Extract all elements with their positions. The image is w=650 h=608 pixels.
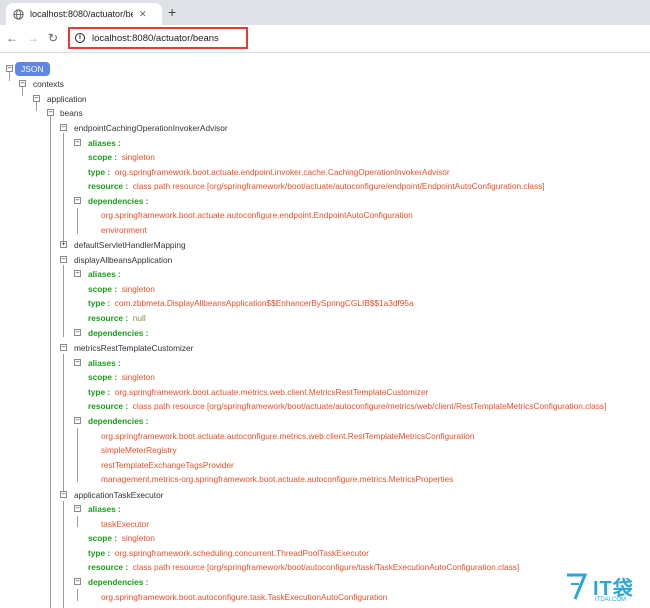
resource-field: resource : class path resource [org/spri… [88,562,520,572]
collapse-icon[interactable]: − [74,417,81,424]
tree-node-contexts[interactable]: contexts [33,77,64,91]
dependency-item: environment [101,225,147,235]
collapse-icon[interactable]: − [74,505,81,512]
collapse-icon[interactable]: − [60,491,67,498]
watermark-logo-icon [567,573,588,600]
dependency-item: simpleMeterRegistry [101,445,177,455]
tree-guide [77,208,78,234]
tree-node-application[interactable]: application [47,92,87,106]
scope-field: scope : singleton [88,533,155,543]
dependency-item: restTemplateExchangeTagsProvider [101,460,234,470]
collapse-icon[interactable]: − [60,256,67,263]
dependency-item: org.springframework.boot.actuate.autocon… [101,210,413,220]
tab-strip: localhost:8080/actuator/bean ✕ + [0,0,650,25]
address-bar[interactable]: i localhost:8080/actuator/beans [68,27,248,49]
watermark: IT袋 ITDAI.COM [565,572,645,606]
resource-field: resource : class path resource [org/spri… [88,181,545,191]
browser-toolbar: ← → ↻ i localhost:8080/actuator/beans [0,25,650,53]
bean-node[interactable]: metricsRestTemplateCustomizer [74,341,193,355]
dependencies-node[interactable]: dependencies : [88,194,148,208]
expand-icon[interactable]: + [60,241,67,248]
dependency-item: management.metrics-org.springframework.b… [101,474,454,484]
collapse-icon[interactable]: − [60,124,67,131]
type-field: type : org.springframework.scheduling.co… [88,548,369,558]
dependencies-node[interactable]: dependencies : [88,326,148,340]
dependencies-node[interactable]: dependencies : [88,575,148,589]
dependency-item: org.springframework.boot.autoconfigure.t… [101,592,388,602]
aliases-node[interactable]: aliases : [88,136,121,150]
scope-field: scope : singleton [88,372,155,382]
bean-node[interactable]: applicationTaskExecutor [74,488,163,502]
collapse-icon[interactable]: − [74,197,81,204]
dependency-item: org.springframework.boot.actuate.autocon… [101,431,475,441]
tree-guide [63,133,64,241]
dependencies-node[interactable]: dependencies : [88,414,148,428]
collapse-icon[interactable]: − [47,109,54,116]
collapse-icon[interactable]: − [74,578,81,585]
new-tab-icon[interactable]: + [168,3,176,21]
alias-item: taskExecutor [101,519,149,529]
bean-node[interactable]: displayAllbeansApplication [74,253,172,267]
json-tree-viewer: − JSON − contexts − application − beans … [0,53,650,608]
scope-field: scope : singleton [88,284,155,294]
forward-icon[interactable]: → [27,31,39,45]
type-field: type : org.springframework.boot.actuate.… [88,167,450,177]
collapse-icon[interactable]: − [19,80,26,87]
type-field: type : com.zbbmeta.DisplayAllbeansApplic… [88,298,414,308]
collapse-icon[interactable]: − [6,65,13,72]
tab-title: localhost:8080/actuator/bean [30,9,133,19]
close-tab-icon[interactable]: ✕ [139,9,147,20]
tree-guide [77,428,78,482]
json-root-badge[interactable]: JSON [15,62,50,76]
collapse-icon[interactable]: − [60,344,67,351]
aliases-node[interactable]: aliases : [88,267,121,281]
tree-guide [50,112,51,608]
tree-guide [63,501,64,608]
tree-guide [63,354,64,492]
collapse-icon[interactable]: − [74,270,81,277]
aliases-node[interactable]: aliases : [88,356,121,370]
tree-guide [77,589,78,601]
scope-field: scope : singleton [88,152,155,162]
info-icon[interactable]: i [75,33,85,43]
browser-tab[interactable]: localhost:8080/actuator/bean ✕ [6,3,162,25]
watermark-site: ITDAI.COM [595,597,626,603]
collapse-icon[interactable]: − [33,95,40,102]
tree-guide [77,516,78,527]
aliases-node[interactable]: aliases : [88,502,121,516]
resource-field: resource : class path resource [org/spri… [88,401,607,411]
back-icon[interactable]: ← [6,31,18,45]
tree-guide [63,265,64,337]
reload-icon[interactable]: ↻ [48,31,58,45]
address-url: localhost:8080/actuator/beans [92,32,219,44]
tree-node-beans[interactable]: beans [60,106,83,120]
bean-node[interactable]: defaultServletHandlerMapping [74,238,186,252]
type-field: type : org.springframework.boot.actuate.… [88,387,429,397]
collapse-icon[interactable]: − [74,139,81,146]
bean-node[interactable]: endpointCachingOperationInvokerAdvisor [74,121,228,135]
globe-icon [13,8,24,20]
collapse-icon[interactable]: − [74,359,81,366]
resource-field: resource : null [88,313,146,323]
collapse-icon[interactable]: − [74,329,81,336]
